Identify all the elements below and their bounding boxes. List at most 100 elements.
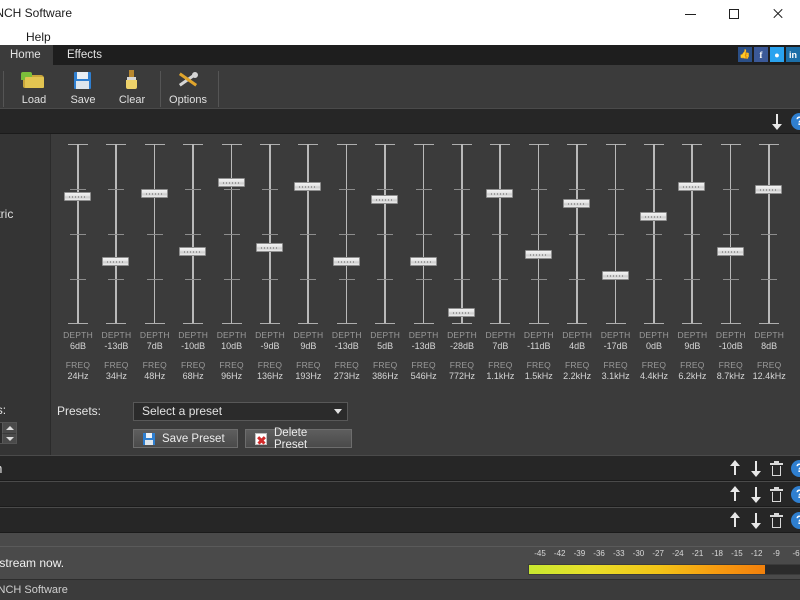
band-slider[interactable] <box>712 144 750 324</box>
band-readout: DEPTH 7dB FREQ 48Hz <box>136 330 174 382</box>
band-readout-gap <box>97 352 135 360</box>
thumbs-up-icon[interactable]: 👍 <box>738 47 752 62</box>
band-slider[interactable] <box>673 144 711 324</box>
arrow-down-icon[interactable] <box>749 512 762 529</box>
slider-tick <box>415 279 432 280</box>
arrow-down-icon[interactable] <box>749 486 762 503</box>
clear-button[interactable]: Clear <box>107 68 157 110</box>
slider-handle[interactable] <box>448 308 475 318</box>
band-slider[interactable] <box>481 144 519 324</box>
slider-cap <box>452 323 472 324</box>
radio-parametric[interactable]: rametric <box>0 207 13 221</box>
effect-row-echo[interactable]: o ? <box>0 507 800 533</box>
arrow-up-icon[interactable] <box>728 512 741 529</box>
menu-item-help[interactable]: Help <box>26 30 51 44</box>
help-icon[interactable]: ? <box>791 460 800 477</box>
slider-tick <box>646 189 662 190</box>
band-readout-gap <box>520 352 558 360</box>
band-freq-key: FREQ <box>219 360 244 370</box>
band-slider[interactable] <box>251 144 289 324</box>
slider-handle[interactable] <box>716 246 744 256</box>
slider-handle[interactable] <box>217 178 245 188</box>
slider-handle[interactable] <box>64 191 91 201</box>
slider-tick <box>684 279 701 280</box>
band-slider[interactable] <box>59 144 97 324</box>
preset-select[interactable]: Select a preset <box>133 402 348 421</box>
slider-handle[interactable] <box>102 256 130 266</box>
slider-handle[interactable] <box>640 212 667 222</box>
help-icon[interactable]: ? <box>791 113 800 130</box>
slider-handle[interactable] <box>332 256 360 266</box>
slider-handle[interactable] <box>294 181 322 191</box>
band-depth-value: -28dB <box>449 341 475 351</box>
help-icon[interactable]: ? <box>791 486 800 503</box>
facebook-icon[interactable]: f <box>754 47 768 62</box>
save-preset-button[interactable]: Save Preset <box>133 429 238 448</box>
slider-handle[interactable] <box>678 181 706 191</box>
slider-handle[interactable] <box>755 185 783 194</box>
tab-home[interactable]: Home <box>0 45 53 65</box>
arrow-down-icon[interactable] <box>749 460 762 477</box>
band-readout: DEPTH -13dB FREQ 546Hz <box>405 330 443 382</box>
slider-handle[interactable] <box>601 270 629 280</box>
band-slider[interactable] <box>328 144 366 324</box>
band-slider[interactable] <box>174 144 212 324</box>
delete-preset-button[interactable]: Delete Preset <box>245 427 352 451</box>
band-slider[interactable] <box>443 144 481 324</box>
options-button[interactable]: Options <box>163 68 213 110</box>
band-readout-gap <box>213 352 251 360</box>
trash-icon[interactable] <box>770 461 783 476</box>
band-readout-gap <box>750 352 788 360</box>
slider-tick <box>377 279 394 280</box>
arrow-down-icon[interactable] <box>770 113 783 130</box>
band-depth-key: DEPTH <box>562 330 593 340</box>
slider-handle[interactable] <box>371 195 399 205</box>
trash-icon[interactable] <box>770 487 783 502</box>
slider-handle[interactable] <box>409 256 437 266</box>
band-readout: DEPTH -11dB FREQ 1.5kHz <box>520 330 558 382</box>
slider-tick <box>185 234 202 235</box>
band-slider[interactable] <box>405 144 443 324</box>
maximize-button[interactable] <box>712 0 756 28</box>
band-slider[interactable] <box>635 144 673 324</box>
equalizer-header-controls: ? <box>770 113 800 130</box>
tab-effects[interactable]: Effects <box>55 45 114 65</box>
band-slider[interactable] <box>750 144 788 324</box>
arrow-up-icon[interactable] <box>728 460 741 477</box>
slider-handle[interactable] <box>140 188 168 198</box>
slider-handle[interactable] <box>179 246 207 256</box>
slider-handle[interactable] <box>563 198 591 208</box>
slider-handle[interactable] <box>486 188 514 198</box>
band-slider[interactable] <box>213 144 251 324</box>
band-slider[interactable] <box>597 144 635 324</box>
band-readout: DEPTH -13dB FREQ 34Hz <box>97 330 135 382</box>
save-button[interactable]: Save <box>58 68 108 110</box>
band-slider[interactable] <box>289 144 327 324</box>
twitter-icon[interactable]: ● <box>770 47 784 62</box>
effect-row-wah-wah[interactable]: h-Wah ? <box>0 455 800 481</box>
band-freq-value: 386Hz <box>372 371 399 381</box>
slider-tick <box>70 234 86 235</box>
band-slider[interactable] <box>558 144 596 324</box>
effect-row-distortion[interactable]: ortion ? <box>0 481 800 507</box>
band-depth-value: -13dB <box>104 341 129 351</box>
band-slider[interactable] <box>520 144 558 324</box>
help-icon[interactable]: ? <box>791 512 800 529</box>
slider-tick <box>569 189 586 190</box>
slider-tick <box>415 234 432 235</box>
band-slider[interactable] <box>366 144 404 324</box>
band-depth-value: -10dB <box>181 341 206 351</box>
band-slider[interactable] <box>97 144 135 324</box>
slider-tick <box>185 279 202 280</box>
close-button[interactable] <box>756 0 800 28</box>
band-slider[interactable] <box>136 144 174 324</box>
trash-icon[interactable] <box>770 513 783 528</box>
linkedin-icon[interactable]: in <box>786 47 800 62</box>
equalizer-header[interactable]: alizer ? <box>0 108 800 134</box>
minimize-button[interactable] <box>668 0 712 28</box>
slider-handle[interactable] <box>524 250 552 259</box>
slider-tick <box>530 189 547 190</box>
load-button[interactable]: Load <box>9 68 59 110</box>
slider-handle[interactable] <box>256 243 283 253</box>
arrow-up-icon[interactable] <box>728 486 741 503</box>
